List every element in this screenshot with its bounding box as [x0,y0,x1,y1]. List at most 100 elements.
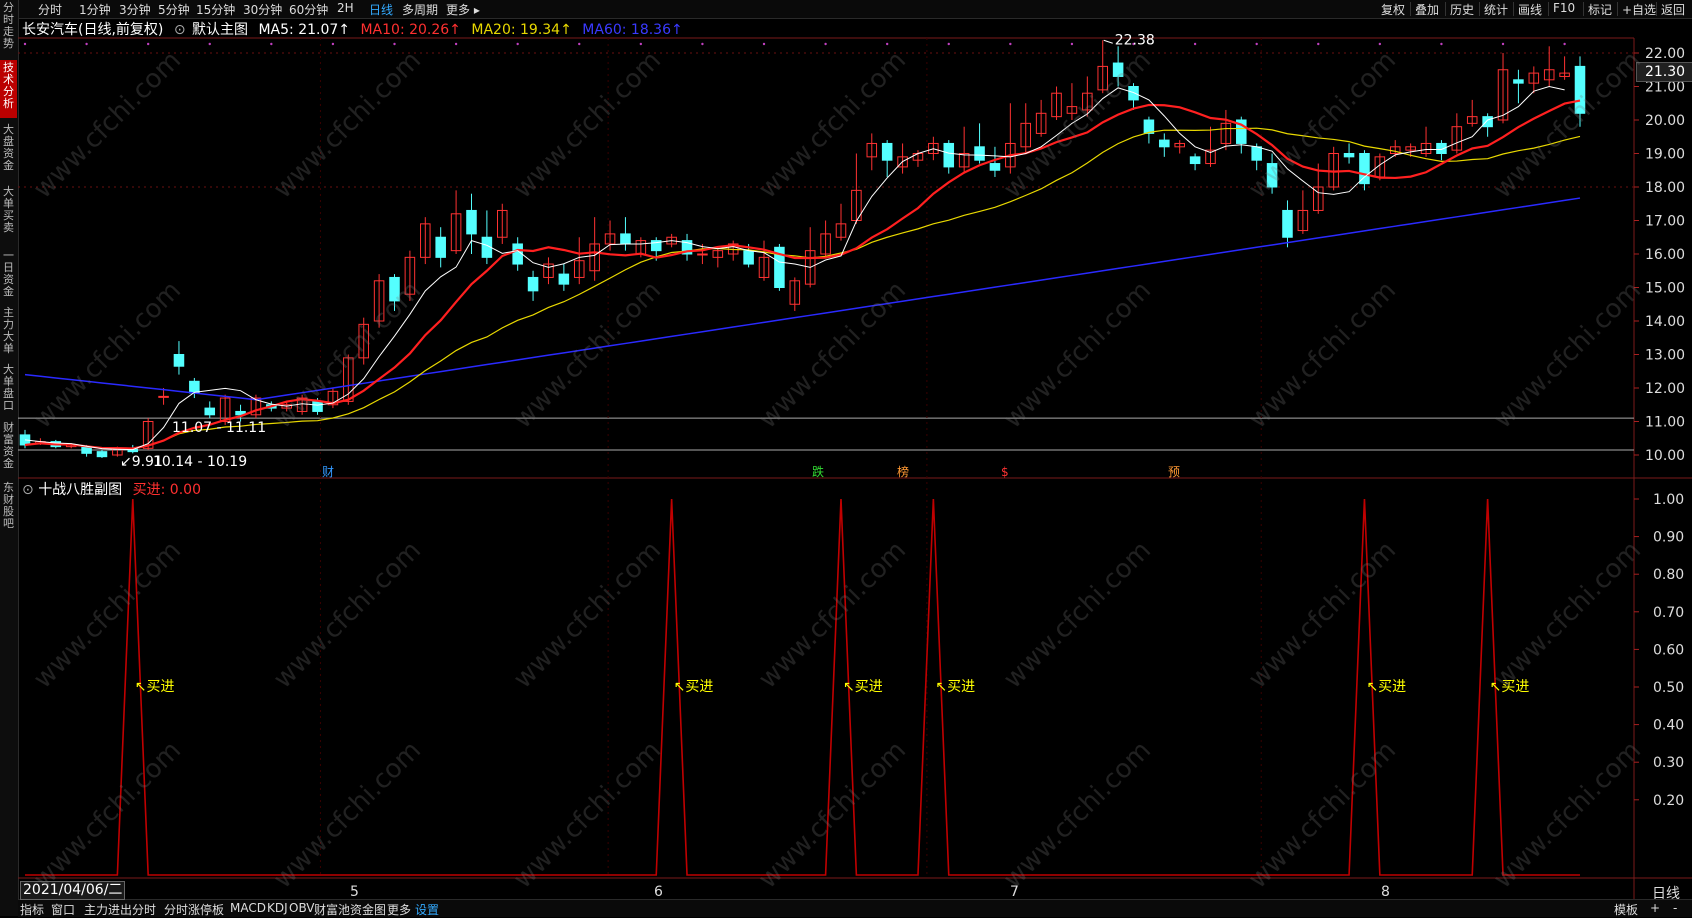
bottom-tab-2[interactable]: 主力进出分时 [84,901,156,918]
period-label-right[interactable]: 日线 [1652,883,1680,903]
top-dot-marker [1255,42,1258,46]
candle-body [1513,79,1524,84]
month-label-1: 6 [654,884,663,900]
event-marker-3: $ [1001,465,1009,479]
candle-body [743,250,754,265]
bottom-tab-4[interactable]: MACD [230,901,266,915]
candle-body [1251,146,1262,161]
top-dot-marker [824,42,827,46]
candle-body [1574,65,1586,114]
sub-axis-label: 0.60 [1653,642,1684,658]
top-dot-marker [762,42,766,46]
sub-axis-label: 0.30 [1653,755,1684,771]
bottom-right-0[interactable]: 模板 [1614,901,1638,918]
month-label-3: 8 [1381,884,1390,900]
top-dot-marker [393,42,396,46]
candle-body [312,400,323,412]
candle-body [558,273,570,285]
buy-signal-label-4: ↖买进 [1366,679,1406,695]
top-dot-marker [947,42,950,46]
sub-chart-header: ⊙ 十战八胜副图 买进: 0.00 [22,479,201,499]
candle-body [435,236,446,258]
price-axis-label: 10.00 [1645,448,1685,464]
price-axis-label: 12.00 [1645,381,1685,397]
top-dot-marker [701,42,704,46]
price-axis-label: 19.00 [1645,147,1685,163]
candle-body [1482,116,1493,128]
sub-axis-label: 1.00 [1653,492,1684,508]
price-axis-label: 11.00 [1645,415,1685,431]
candle-body [389,276,400,302]
sub-axis-label: 0.50 [1653,680,1684,696]
bottom-tab-0[interactable]: 指标 [20,901,44,918]
top-dot-marker [578,42,581,46]
top-dot-marker [516,42,519,46]
sub-axis-label: 0.20 [1653,793,1684,809]
top-dot-marker [1501,42,1505,46]
cursor-date-label: 2021/04/06/二 [20,881,126,900]
buy-signal-label-0: ↖买进 [135,679,175,695]
signal-line [25,498,1580,876]
candle-body [466,209,477,235]
high-price-pointer [1103,39,1113,44]
ma60-line [24,197,1581,401]
bottom-tab-3[interactable]: 分时涨停板 [164,901,224,918]
top-dot-marker [85,42,88,46]
top-dot-marker [331,42,335,46]
candle-body [1112,62,1124,77]
candle-body [974,146,985,161]
price-axis-label: 17.00 [1645,214,1685,230]
bottom-right-1[interactable]: + [1650,901,1660,915]
sub-axis-label: 0.70 [1653,605,1684,621]
bottom-tab-5[interactable]: KDJ [267,901,288,915]
bottom-toolbar: 指标 窗口 主力进出分时 分时涨停板 MACD KDJ OBV 财富池资金图 更多 设置 模板 + - [18,899,1692,917]
event-marker-2: 榜 [897,464,909,479]
bottom-tab-8[interactable]: 更多 [387,901,411,918]
price-axis-label: 13.00 [1645,348,1685,364]
bottom-right-2[interactable]: - [1673,901,1677,915]
sub-axis-label: 0.40 [1653,718,1684,734]
sub-chart-settings-icon[interactable]: ⊙ [22,482,38,498]
price-axis-label: 22.00 [1645,46,1685,62]
candle-body [1282,209,1293,238]
buy-signal-label-5: ↖买进 [1490,679,1530,695]
event-marker-4: 预 [1168,465,1180,479]
event-marker-1: 跌 [812,464,824,479]
range-label-upper: 11.07 - 11.11 [172,420,266,436]
candle-body [204,407,216,416]
sub-chart-buy-value: 买进: 0.00 [132,482,201,498]
top-dot-marker [270,42,273,46]
sub-chart-title[interactable]: 十战八胜副图 [38,482,122,498]
candle-body [96,451,108,458]
candle-body [527,276,539,292]
candle-body [943,142,955,168]
top-dot-marker [208,42,211,46]
price-axis-label: 20.00 [1645,113,1685,129]
buy-signal-label-3: ↖买进 [935,679,975,695]
bottom-tab-6[interactable]: OBV [289,901,315,915]
top-dot-marker [1070,42,1074,46]
top-dot-marker [639,42,643,46]
ma10-line [24,99,1581,450]
candle-body [1359,153,1370,185]
top-dot-marker [885,42,889,46]
candle-body [158,395,169,398]
sub-axis-label: 0.90 [1653,530,1684,546]
current-price-tag: 21.30 [1636,62,1692,82]
candle-body [1159,139,1170,148]
candle-body [1266,163,1278,188]
candle-body [881,142,893,161]
price-chart[interactable]: 22.0021.0020.0019.0018.0017.0016.0015.00… [0,0,1692,916]
top-dot-marker [1009,42,1012,46]
top-dot-marker [1378,42,1382,46]
bottom-tab-9[interactable]: 设置 [415,901,439,918]
top-dot-marker [454,42,458,46]
candle-body [512,243,523,265]
price-axis-label: 15.00 [1645,281,1685,297]
sub-axis-label: 0.80 [1653,567,1684,583]
price-axis-label: 18.00 [1645,180,1685,196]
high-price-label: 22.38 [1115,32,1155,48]
bottom-tab-1[interactable]: 窗口 [51,901,75,918]
bottom-tab-7[interactable]: 财富池资金图 [314,901,386,918]
candle-body [989,163,1001,171]
